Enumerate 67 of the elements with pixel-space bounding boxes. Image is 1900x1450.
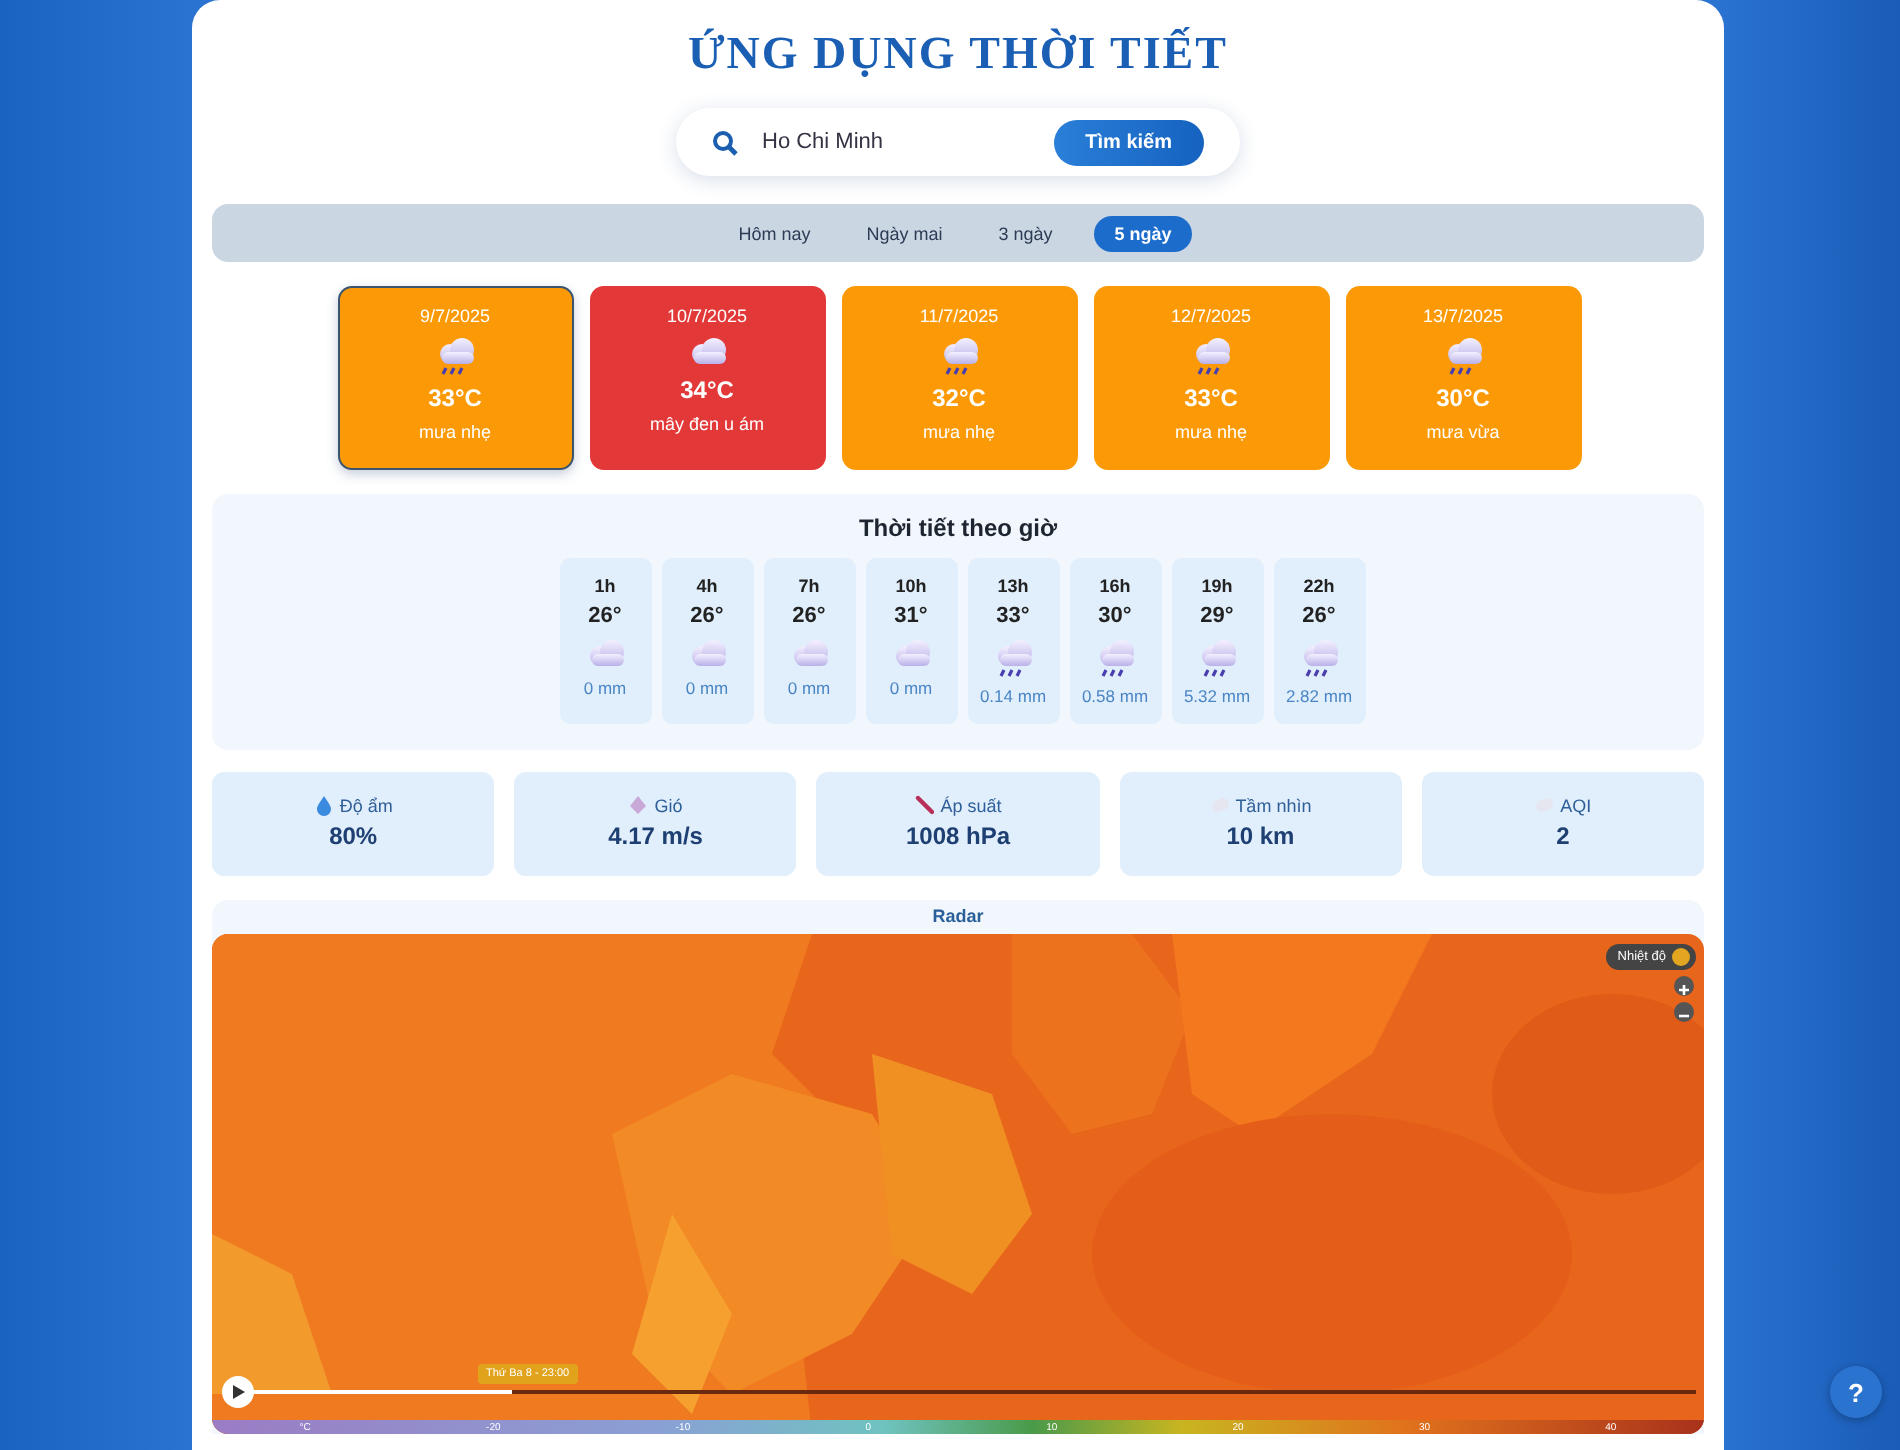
hour-temperature: 26° bbox=[690, 604, 724, 628]
droplet-icon bbox=[313, 794, 334, 816]
day-description: mưa nhẹ bbox=[1174, 422, 1248, 442]
hour-temperature: 31° bbox=[894, 604, 928, 628]
tab[interactable]: Ngày mai bbox=[852, 215, 957, 251]
hour-time: 10h bbox=[895, 576, 927, 596]
tab[interactable]: 5 ngày bbox=[1094, 215, 1192, 251]
stat-label: Áp suất bbox=[940, 795, 1002, 815]
rainfall: 0 mm bbox=[685, 678, 729, 698]
hour-temperature: 30° bbox=[1098, 604, 1132, 628]
hour-time: 16h bbox=[1099, 576, 1131, 596]
hour-time: 4h bbox=[696, 576, 718, 596]
hour-time: 22h bbox=[1303, 576, 1335, 596]
day-date: 13/7/2025 bbox=[1422, 306, 1504, 326]
search-field[interactable]: Ho Chi Minh bbox=[758, 128, 1054, 156]
plus-icon bbox=[1674, 980, 1694, 1000]
rainfall: 2.82 mm bbox=[1285, 686, 1353, 706]
stat-label: Tầm nhìn bbox=[1235, 795, 1312, 815]
hour-time: 7h bbox=[798, 576, 820, 596]
day-date: 10/7/2025 bbox=[666, 306, 748, 326]
day-card[interactable]: 10/7/2025 34°C mây đen u ám bbox=[589, 286, 825, 470]
tab[interactable]: 3 ngày bbox=[984, 215, 1067, 251]
day-temperature: 33°C bbox=[428, 384, 482, 412]
hour-temperature: 26° bbox=[588, 604, 622, 628]
day-temperature: 30°C bbox=[1436, 384, 1490, 412]
section-title: Radar bbox=[930, 906, 986, 930]
rainfall: 0.58 mm bbox=[1081, 686, 1149, 706]
stat-value: 1008 hPa bbox=[905, 822, 1011, 850]
hour-time: 19h bbox=[1201, 576, 1233, 596]
stat-value: 2 bbox=[1556, 822, 1570, 850]
day-temperature: 32°C bbox=[932, 384, 986, 412]
tab[interactable]: Hôm nay bbox=[724, 215, 825, 251]
day-date: 12/7/2025 bbox=[1170, 306, 1252, 326]
rainfall: 0 mm bbox=[787, 678, 831, 698]
rainfall: 0 mm bbox=[583, 678, 627, 698]
diamond-icon bbox=[628, 794, 649, 816]
day-temperature: 33°C bbox=[1184, 384, 1238, 412]
day-description: mưa nhẹ bbox=[418, 422, 492, 442]
day-date: 11/7/2025 bbox=[919, 306, 999, 326]
hour-temperature: 29° bbox=[1200, 604, 1234, 628]
hour-temperature: 33° bbox=[996, 604, 1030, 628]
help-button[interactable]: ? bbox=[1830, 1366, 1882, 1418]
stat-value: 4.17 m/s bbox=[608, 822, 703, 850]
hour-temperature: 26° bbox=[1302, 604, 1336, 628]
toggle-icon bbox=[1672, 948, 1690, 966]
play-icon bbox=[230, 1384, 246, 1400]
day-description: mây đen u ám bbox=[649, 414, 765, 434]
section-title: Thời tiết theo giờ bbox=[858, 514, 1058, 542]
day-temperature: 34°C bbox=[680, 376, 734, 404]
search-icon bbox=[712, 129, 738, 155]
stat-value: 80% bbox=[329, 822, 378, 850]
rainfall: 5.32 mm bbox=[1183, 686, 1251, 706]
app-title: ỨNG DỤNG THỜI TIẾT bbox=[686, 28, 1230, 82]
stat-value: 10 km bbox=[1226, 822, 1295, 850]
day-description: mưa vừa bbox=[1426, 422, 1500, 442]
rainfall: 0 mm bbox=[889, 678, 933, 698]
search-button[interactable]: Tìm kiếm bbox=[1053, 119, 1204, 165]
hour-temperature: 26° bbox=[792, 604, 826, 628]
rainfall: 0.14 mm bbox=[979, 686, 1047, 706]
hour-time: 1h bbox=[594, 576, 616, 596]
timeline-track[interactable] bbox=[252, 1390, 1696, 1394]
day-date: 9/7/2025 bbox=[419, 306, 491, 326]
stat-label: Gió bbox=[654, 795, 683, 815]
hour-time: 13h bbox=[997, 576, 1029, 596]
stat-label: Độ ẩm bbox=[339, 795, 393, 815]
day-description: mưa nhẹ bbox=[922, 422, 996, 442]
stat-label: AQI bbox=[1560, 795, 1592, 815]
